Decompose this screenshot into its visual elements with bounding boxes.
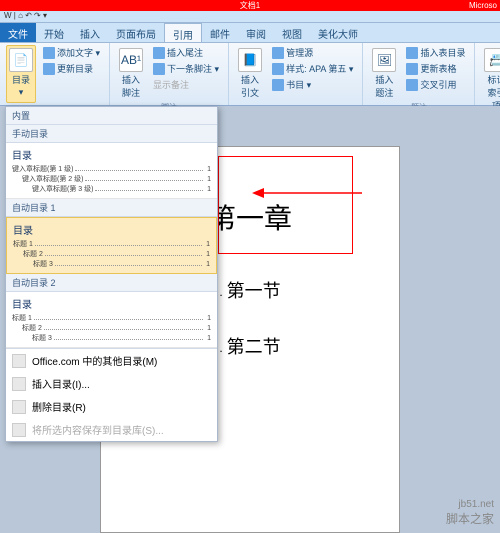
tab-view[interactable]: 视图 — [274, 23, 310, 42]
tab-review[interactable]: 审阅 — [238, 23, 274, 42]
more-toc-office[interactable]: Office.com 中的其他目录(M) — [6, 349, 217, 372]
toc-label: 目录 — [12, 73, 30, 86]
manage-sources-button[interactable]: 管理源 — [269, 45, 356, 60]
save-toc-gallery-menu: 将所选内容保存到目录库(S)... — [6, 418, 217, 441]
office-icon — [12, 354, 26, 368]
tof-icon — [406, 47, 418, 59]
app-name: Microso — [469, 1, 497, 10]
dd-auto1-label: 自动目录 1 — [6, 199, 217, 217]
quick-access-toolbar[interactable]: W | ⌂ ↶ ↷ ▾ — [0, 11, 500, 23]
ribbon-tabs: 文件 开始 插入 页面布局 引用 邮件 审阅 视图 美化大师 — [0, 23, 500, 43]
group-toc: 📄 目录 ▾ 添加文字 ▾ 更新目录 — [0, 43, 110, 105]
toc-dropdown: 内置 手动目录 目录 键入章标题(第 1 级)1 键入章标题(第 2 级)1 键… — [5, 106, 218, 442]
dd-auto2-label: 自动目录 2 — [6, 274, 217, 292]
style-icon — [272, 63, 284, 75]
crossref-button[interactable]: 交叉引用 — [403, 77, 468, 92]
caption-icon: 🖼 — [372, 48, 396, 72]
next-footnote-button[interactable]: 下一条脚注 ▾ — [150, 61, 222, 76]
toc-option-manual[interactable]: 目录 键入章标题(第 1 级)1 键入章标题(第 2 级)1 键入章标题(第 3… — [6, 143, 217, 199]
sources-icon — [272, 47, 284, 59]
show-notes-button[interactable]: 显示备注 — [150, 77, 222, 92]
bibliography-button[interactable]: 书目 ▾ — [269, 77, 356, 92]
bib-icon — [272, 79, 284, 91]
mark-index-button[interactable]: 📇标记 索引项 — [481, 45, 500, 115]
update-table-icon — [406, 63, 418, 75]
remove-toc-icon — [12, 400, 26, 414]
toc-button[interactable]: 📄 目录 ▾ — [6, 45, 36, 103]
footnote-icon: AB¹ — [119, 48, 143, 72]
watermark: jb51.net 脚本之家 — [446, 499, 494, 527]
annotation-box — [218, 156, 353, 254]
dd-section-manual: 手动目录 — [6, 125, 217, 143]
citation-icon: 📘 — [238, 48, 262, 72]
group-index: 📇标记 索引项 插入索引 更新索引 索引 — [475, 43, 500, 105]
tab-beautify[interactable]: 美化大师 — [310, 23, 366, 42]
chevron-down-icon: ▾ — [19, 87, 24, 98]
annotation-arrow — [252, 186, 362, 200]
tab-mail[interactable]: 邮件 — [202, 23, 238, 42]
toc-option-auto2[interactable]: 目录 标题 11 标题 21 标题 31 — [6, 292, 217, 348]
group-footnote: AB¹插入 脚注 插入尾注 下一条脚注 ▾ 显示备注 脚注 — [110, 43, 229, 105]
tab-file[interactable]: 文件 — [0, 23, 36, 42]
dd-section-builtin: 内置 — [6, 107, 217, 125]
insert-footnote-button[interactable]: AB¹插入 脚注 — [116, 45, 146, 102]
insert-toc-menu[interactable]: 插入目录(I)... — [6, 372, 217, 395]
group-citation: 📘插入 引文 管理源 样式: APA 第五 ▾ 书目 ▾ — [229, 43, 363, 105]
insert-toc-icon — [12, 377, 26, 391]
crossref-icon — [406, 79, 418, 91]
endnote-icon — [153, 47, 165, 59]
tab-layout[interactable]: 页面布局 — [108, 23, 164, 42]
ribbon: 📄 目录 ▾ 添加文字 ▾ 更新目录 AB¹插入 脚注 插入尾注 下一条脚注 ▾… — [0, 43, 500, 106]
add-text-icon — [43, 47, 55, 59]
toc-icon: 📄 — [9, 48, 33, 72]
insert-endnote-button[interactable]: 插入尾注 — [150, 45, 222, 60]
update-toc-button[interactable]: 更新目录 — [40, 61, 103, 76]
tab-insert[interactable]: 插入 — [72, 23, 108, 42]
tab-home[interactable]: 开始 — [36, 23, 72, 42]
update-icon — [43, 63, 55, 75]
titlebar: 文档1 Microso — [0, 0, 500, 11]
tab-references[interactable]: 引用 — [164, 23, 202, 42]
remove-toc-menu[interactable]: 删除目录(R) — [6, 395, 217, 418]
toc-option-auto1[interactable]: 目录 标题 11 标题 21 标题 31 — [6, 217, 217, 274]
update-table-button[interactable]: 更新表格 — [403, 61, 468, 76]
doc-title: 文档1 — [240, 0, 260, 11]
group-caption: 🖼插入 题注 插入表目录 更新表格 交叉引用 题注 — [363, 43, 475, 105]
insert-tof-button[interactable]: 插入表目录 — [403, 45, 468, 60]
next-icon — [153, 63, 165, 75]
style-button[interactable]: 样式: APA 第五 ▾ — [269, 61, 356, 76]
save-icon — [12, 423, 26, 437]
add-text-button[interactable]: 添加文字 ▾ — [40, 45, 103, 60]
index-icon: 📇 — [484, 48, 500, 72]
insert-caption-button[interactable]: 🖼插入 题注 — [369, 45, 399, 102]
insert-citation-button[interactable]: 📘插入 引文 — [235, 45, 265, 103]
